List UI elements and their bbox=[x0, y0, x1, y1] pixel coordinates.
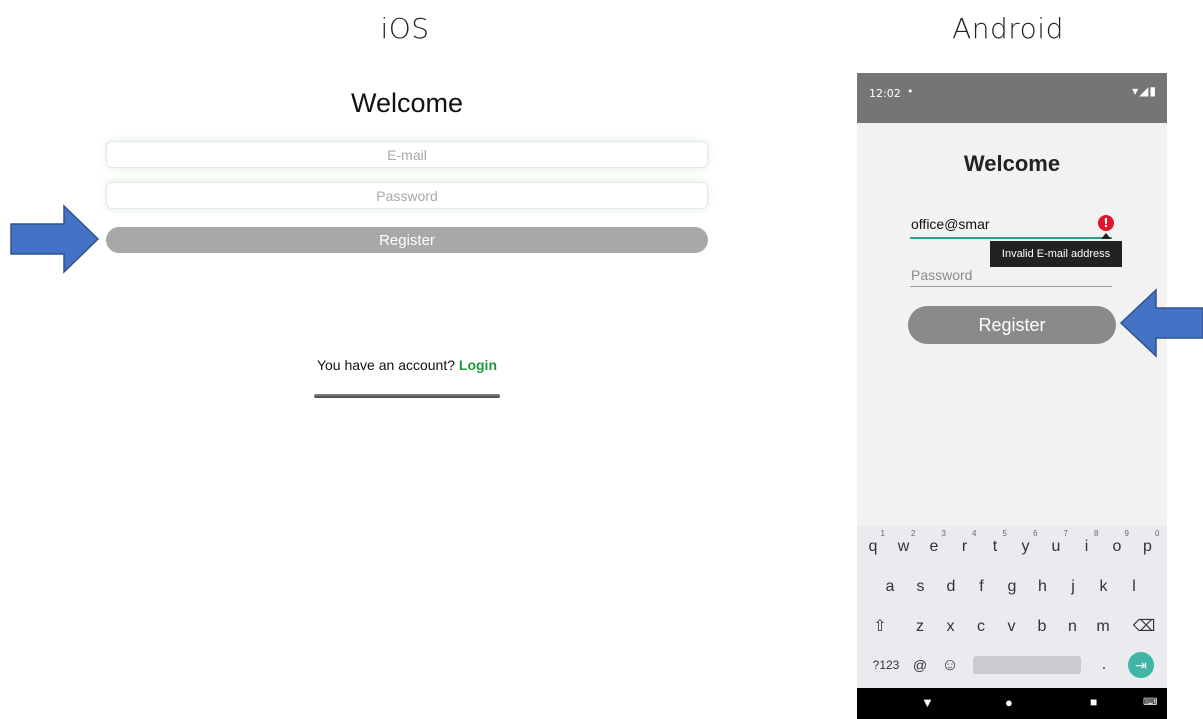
android-register-button[interactable]: Register bbox=[908, 306, 1116, 344]
key-letter: y bbox=[1021, 538, 1030, 555]
key-n[interactable]: n bbox=[1058, 610, 1088, 644]
enter-key[interactable]: ⇥ bbox=[1128, 652, 1154, 678]
key-i[interactable]: i8 bbox=[1072, 529, 1102, 564]
key-r[interactable]: r4 bbox=[950, 529, 980, 564]
key-p[interactable]: p0 bbox=[1133, 529, 1163, 564]
backspace-key[interactable]: ⌫ bbox=[1129, 610, 1159, 644]
key-x[interactable]: x bbox=[936, 610, 966, 644]
keyboard-row-4: ?123 @ ☺ . ⇥ bbox=[857, 648, 1167, 686]
notification-dot-icon: • bbox=[907, 85, 914, 98]
keyboard-row-3: ⇧ ⌫ zxcvbnm bbox=[857, 610, 1167, 648]
key-number-hint: 9 bbox=[1124, 529, 1129, 538]
keyboard-switch-icon[interactable]: ⌨ bbox=[1143, 697, 1157, 708]
ios-platform-label: iOS bbox=[380, 12, 430, 45]
key-letter: r bbox=[961, 538, 968, 555]
key-y[interactable]: y6 bbox=[1011, 529, 1041, 564]
shift-key[interactable]: ⇧ bbox=[865, 610, 895, 644]
android-phone-screen: 12:02 • ▾◢▮ Welcome office@smar ! Invali… bbox=[857, 73, 1167, 719]
key-q[interactable]: q1 bbox=[858, 529, 888, 564]
key-letter: u bbox=[1051, 538, 1061, 555]
key-number-hint: 0 bbox=[1155, 529, 1160, 538]
key-o[interactable]: o9 bbox=[1102, 529, 1132, 564]
callout-arrow-right-icon bbox=[10, 204, 100, 274]
key-number-hint: 3 bbox=[941, 529, 946, 538]
key-number-hint: 1 bbox=[880, 529, 885, 538]
android-password-field[interactable] bbox=[910, 264, 1114, 287]
emoji-key[interactable]: ☺ bbox=[935, 648, 965, 682]
android-nav-bar: ▼ ● ■ ⌨ bbox=[857, 688, 1167, 719]
android-email-field[interactable]: office@smar bbox=[910, 213, 1112, 239]
ios-account-prompt-line: You have an account? Login bbox=[107, 357, 707, 373]
key-letter: q bbox=[868, 538, 878, 555]
key-h[interactable]: h bbox=[1028, 570, 1058, 604]
android-welcome-title: Welcome bbox=[963, 151, 1061, 176]
soft-keyboard: q1w2e3r4t5y6u7i8o9p0 asdfghjkl ⇧ ⌫ zxcvb… bbox=[857, 526, 1167, 688]
key-b[interactable]: b bbox=[1027, 610, 1057, 644]
ios-welcome-title: Welcome bbox=[350, 88, 464, 118]
key-s[interactable]: s bbox=[906, 570, 936, 604]
ios-home-indicator bbox=[314, 394, 500, 398]
key-z[interactable]: z bbox=[905, 610, 935, 644]
android-status-bar: 12:02 • ▾◢▮ bbox=[857, 73, 1167, 123]
key-k[interactable]: k bbox=[1089, 570, 1119, 604]
error-alert-icon: ! bbox=[1098, 215, 1114, 231]
key-number-hint: 2 bbox=[911, 529, 916, 538]
key-u[interactable]: u7 bbox=[1041, 529, 1071, 564]
key-a[interactable]: a bbox=[875, 570, 905, 604]
at-key[interactable]: @ bbox=[905, 648, 935, 682]
keyboard-row-1: q1w2e3r4t5y6u7i8o9p0 bbox=[857, 529, 1167, 568]
ios-password-input[interactable] bbox=[107, 183, 707, 208]
ios-register-button[interactable]: Register bbox=[106, 227, 708, 253]
ios-account-prompt: You have an account? bbox=[316, 357, 456, 373]
key-j[interactable]: j bbox=[1058, 570, 1088, 604]
key-letter: o bbox=[1112, 538, 1122, 555]
key-t[interactable]: t5 bbox=[980, 529, 1010, 564]
key-letter: e bbox=[929, 538, 939, 555]
nav-home-icon[interactable]: ● bbox=[1005, 695, 1013, 710]
period-key[interactable]: . bbox=[1089, 648, 1119, 682]
key-v[interactable]: v bbox=[997, 610, 1027, 644]
status-time: 12:02 bbox=[869, 87, 901, 100]
callout-arrow-left-icon bbox=[1119, 288, 1203, 358]
key-letter: i bbox=[1084, 538, 1089, 555]
android-platform-label: Android bbox=[952, 12, 1064, 45]
key-c[interactable]: c bbox=[966, 610, 996, 644]
ios-login-link[interactable]: Login bbox=[459, 357, 497, 373]
key-w[interactable]: w2 bbox=[889, 529, 919, 564]
space-key[interactable] bbox=[973, 656, 1081, 674]
key-letter: p bbox=[1143, 538, 1152, 555]
ios-password-field[interactable] bbox=[106, 182, 708, 209]
key-l[interactable]: l bbox=[1119, 570, 1149, 604]
signal-battery-icon: ▾◢▮ bbox=[1132, 84, 1157, 98]
ios-email-input[interactable] bbox=[107, 142, 707, 167]
android-password-input[interactable] bbox=[910, 264, 1114, 286]
key-f[interactable]: f bbox=[967, 570, 997, 604]
nav-recents-icon[interactable]: ■ bbox=[1090, 695, 1097, 709]
key-g[interactable]: g bbox=[997, 570, 1027, 604]
key-letter: w bbox=[897, 538, 910, 555]
ios-email-field[interactable] bbox=[106, 141, 708, 168]
key-number-hint: 6 bbox=[1033, 529, 1038, 538]
keyboard-row-2: asdfghjkl bbox=[857, 570, 1167, 608]
android-email-value[interactable]: office@smar bbox=[911, 216, 990, 232]
key-number-hint: 7 bbox=[1063, 529, 1068, 538]
key-d[interactable]: d bbox=[936, 570, 966, 604]
key-number-hint: 4 bbox=[972, 529, 977, 538]
key-number-hint: 5 bbox=[1002, 529, 1007, 538]
key-number-hint: 8 bbox=[1094, 529, 1099, 538]
tooltip-pointer bbox=[1101, 233, 1111, 239]
key-letter: t bbox=[992, 538, 998, 555]
key-e[interactable]: e3 bbox=[919, 529, 949, 564]
nav-back-icon[interactable]: ▼ bbox=[921, 695, 934, 710]
symbols-key[interactable]: ?123 bbox=[869, 648, 903, 682]
key-m[interactable]: m bbox=[1088, 610, 1118, 644]
